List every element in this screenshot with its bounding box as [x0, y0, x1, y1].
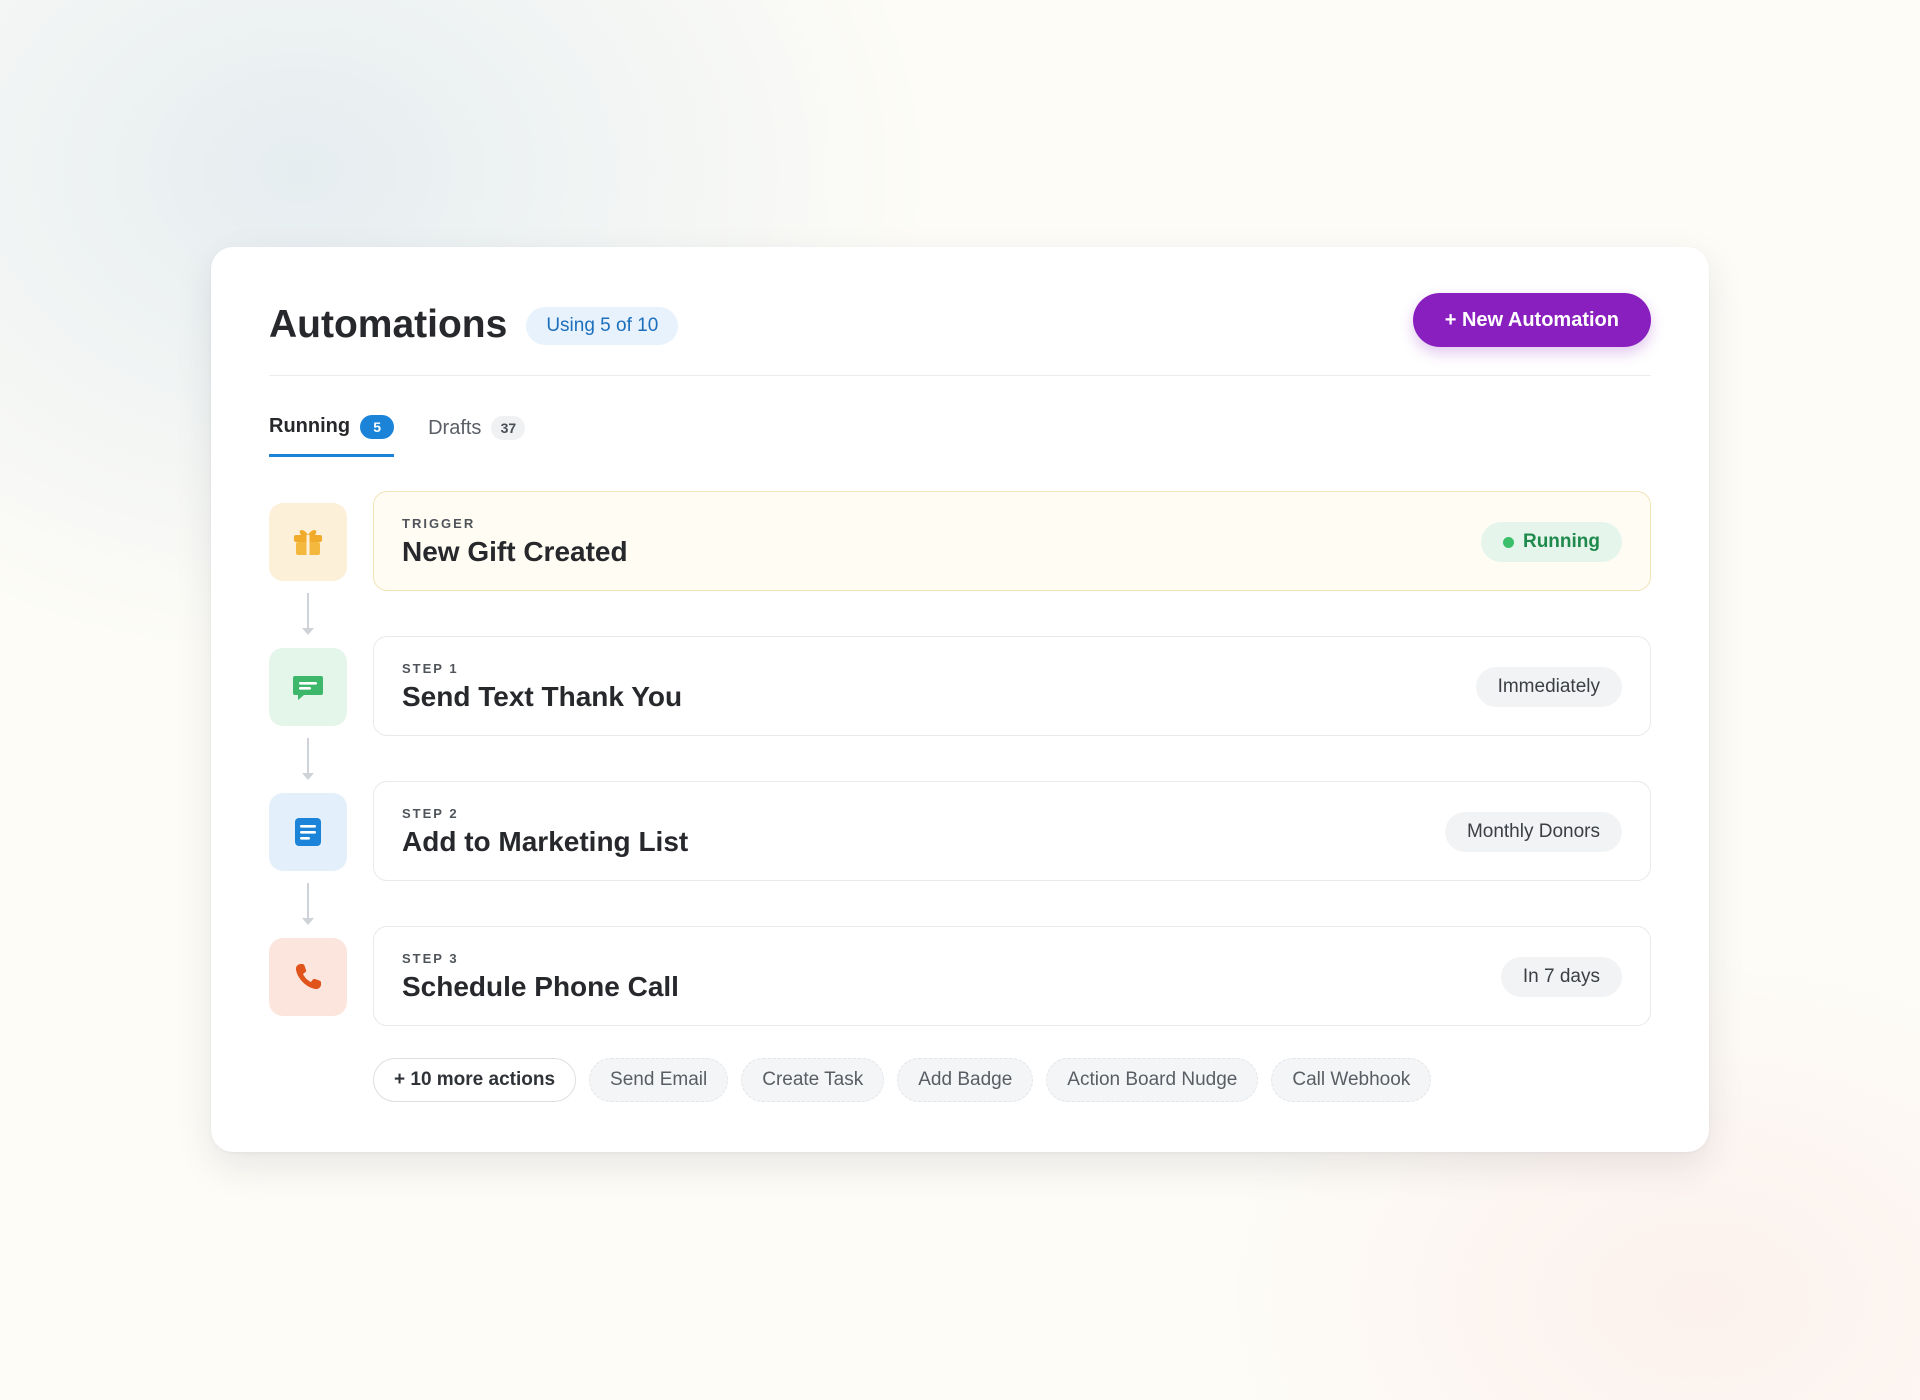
trigger-kicker: TRIGGER — [402, 516, 476, 531]
usage-badge: Using 5 of 10 — [526, 307, 679, 345]
step-2-icon-tile — [269, 793, 347, 871]
step-row-2: STEP 2 Add to Marketing List Monthly Don… — [269, 781, 1651, 883]
step-3-icon-tile — [269, 938, 347, 1016]
card-header: Automations Using 5 of 10 + New Automati… — [269, 293, 1651, 376]
step-2-title: Add to Marketing List — [402, 826, 689, 857]
action-chip-call-webhook[interactable]: Call Webhook — [1271, 1058, 1432, 1102]
step-2-kicker: STEP 2 — [402, 806, 459, 821]
connector-arrow — [302, 738, 314, 780]
trigger-icon-tile — [269, 503, 347, 581]
step-3-title: Schedule Phone Call — [402, 971, 679, 1002]
new-automation-button[interactable]: + New Automation — [1412, 293, 1651, 347]
step-1-kicker: STEP 1 — [402, 661, 459, 676]
step-1-timing: Immediately — [1475, 667, 1622, 707]
step-card-2[interactable]: STEP 2 Add to Marketing List Monthly Don… — [373, 781, 1651, 881]
status-dot — [1502, 537, 1514, 548]
page-title: Automations — [269, 303, 508, 346]
list-icon — [295, 818, 321, 846]
tab-drafts-count: 37 — [491, 416, 526, 440]
status-label: Running — [1522, 531, 1600, 552]
tab-running-label: Running — [269, 415, 351, 437]
automations-card: Automations Using 5 of 10 + New Automati… — [211, 247, 1709, 1152]
step-row-1: STEP 1 Send Text Thank You Immediately — [269, 636, 1651, 738]
step-card-3[interactable]: STEP 3 Schedule Phone Call In 7 days — [373, 926, 1651, 1026]
tab-bar: Running 5 Drafts 37 — [269, 403, 559, 461]
trigger-card[interactable]: TRIGGER New Gift Created Running — [373, 491, 1651, 591]
trigger-title: New Gift Created — [402, 536, 628, 567]
step-3-timing: In 7 days — [1500, 957, 1622, 997]
action-chip-action-board-nudge[interactable]: Action Board Nudge — [1046, 1058, 1259, 1102]
tab-running-count: 5 — [360, 414, 395, 439]
message-icon — [293, 676, 323, 700]
action-chip-create-task[interactable]: Create Task — [741, 1058, 885, 1102]
step-card-1[interactable]: STEP 1 Send Text Thank You Immediately — [373, 636, 1651, 736]
step-1-icon-tile — [269, 648, 347, 726]
connector-arrow — [302, 593, 314, 635]
trigger-row: TRIGGER New Gift Created Running — [269, 491, 1651, 593]
gift-icon — [294, 530, 322, 555]
phone-icon — [295, 964, 321, 990]
status-badge: Running — [1480, 522, 1622, 562]
tab-drafts-label: Drafts — [428, 416, 482, 439]
step-1-title: Send Text Thank You — [402, 681, 683, 712]
step-3-kicker: STEP 3 — [402, 951, 459, 966]
action-chip-add-badge[interactable]: Add Badge — [897, 1058, 1034, 1102]
action-chip-send-email[interactable]: Send Email — [589, 1058, 729, 1102]
connector-arrow — [302, 883, 314, 925]
more-actions-button[interactable]: + 10 more actions — [373, 1058, 577, 1102]
step-row-3: STEP 3 Schedule Phone Call In 7 days — [269, 926, 1651, 1028]
tab-running[interactable]: Running 5 — [269, 403, 395, 457]
step-2-audience: Monthly Donors — [1444, 812, 1622, 852]
tab-drafts[interactable]: Drafts 37 — [428, 403, 526, 453]
suggested-actions: + 10 more actions Send Email Create Task… — [373, 1058, 1432, 1102]
